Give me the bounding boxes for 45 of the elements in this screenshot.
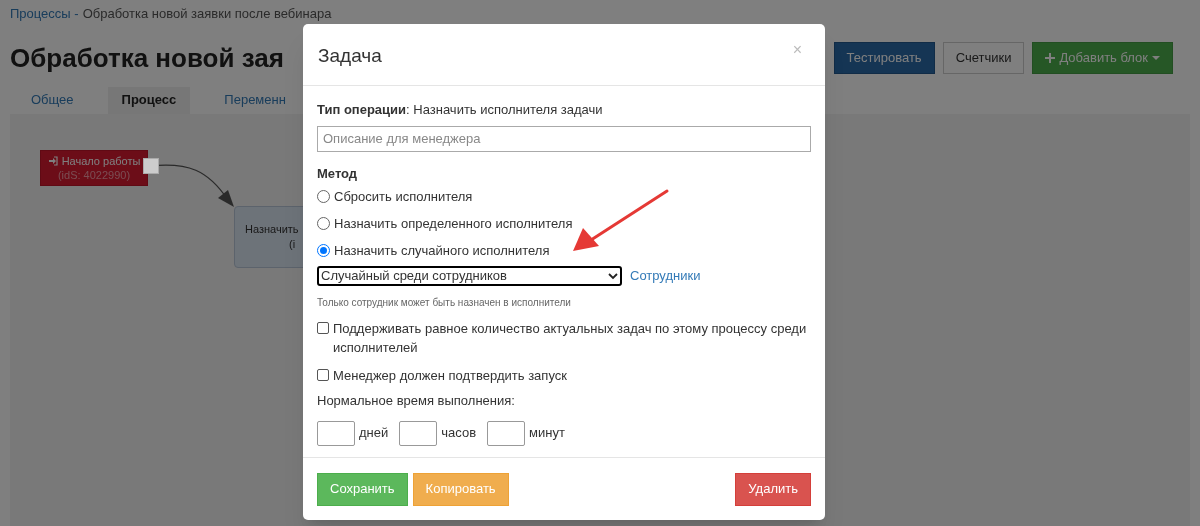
chevron-down-icon: [608, 272, 618, 280]
radio-button[interactable]: [317, 244, 330, 257]
copy-button[interactable]: Копировать: [412, 472, 509, 506]
node-label: Назначить: [245, 221, 299, 237]
node-port: [143, 157, 159, 174]
caret-icon: [1152, 55, 1160, 61]
time-unit: часов: [441, 424, 477, 443]
time-field[interactable]: [487, 420, 526, 446]
employees-link[interactable]: Сотрудники: [630, 266, 701, 286]
radio-label: Сбросить исполнителя: [334, 187, 473, 206]
close-button[interactable]: ×: [792, 42, 802, 58]
save-button[interactable]: Сохранить: [317, 472, 408, 506]
header-button[interactable]: Тестировать: [833, 42, 935, 74]
time-label: Нормальное время выполнения:: [317, 392, 516, 410]
plus-icon: [1045, 53, 1056, 63]
radio-button[interactable]: [317, 190, 330, 203]
tab[interactable]: Процесс: [107, 86, 191, 114]
radio-button[interactable]: [317, 217, 330, 230]
header-button[interactable]: Счетчики: [942, 42, 1025, 74]
checkbox[interactable]: [317, 322, 329, 334]
node-id: (i: [288, 236, 296, 252]
method-label: Метод: [317, 164, 359, 183]
tab[interactable]: Переменн: [210, 86, 300, 114]
tab[interactable]: Общее: [17, 86, 88, 114]
start-node[interactable]: Начало работы (idS: 4022990): [40, 149, 148, 186]
time-unit: дней: [359, 424, 389, 443]
operation-type: Тип операции: Назначить исполнителя задачи: [317, 101, 604, 119]
checkbox[interactable]: [317, 369, 329, 381]
node-label: Начало работы: [47, 153, 141, 168]
node-id: (idS: 4022990): [57, 167, 131, 182]
breadcrumb-link[interactable]: Процессы -: [10, 4, 79, 24]
hint-text: Только сотрудник может быть назначен в исполнители: [317, 296, 572, 310]
time-unit: минут: [529, 424, 565, 443]
breadcrumb-current: Обработка новой заявки после вебинара: [82, 5, 332, 23]
delete-button[interactable]: Удалить: [735, 472, 811, 506]
add-block-button[interactable]: Добавить блок: [1032, 42, 1173, 74]
assignee-select[interactable]: Случайный среди сотрудников: [317, 266, 622, 286]
dialog-title: Задача: [318, 44, 382, 68]
page-title: Обработка новой зая: [10, 41, 284, 75]
description-field[interactable]: Описание для менеджера: [317, 125, 811, 152]
time-field[interactable]: [399, 420, 438, 446]
sign-in-icon: [47, 155, 58, 166]
checkbox-label: Менеджер должен подтвердить запуск: [333, 367, 567, 385]
checkbox-label: Поддерживать равное количество актуальных задач по этому процессу среди исполнителей: [333, 320, 807, 357]
time-field[interactable]: [317, 420, 355, 446]
